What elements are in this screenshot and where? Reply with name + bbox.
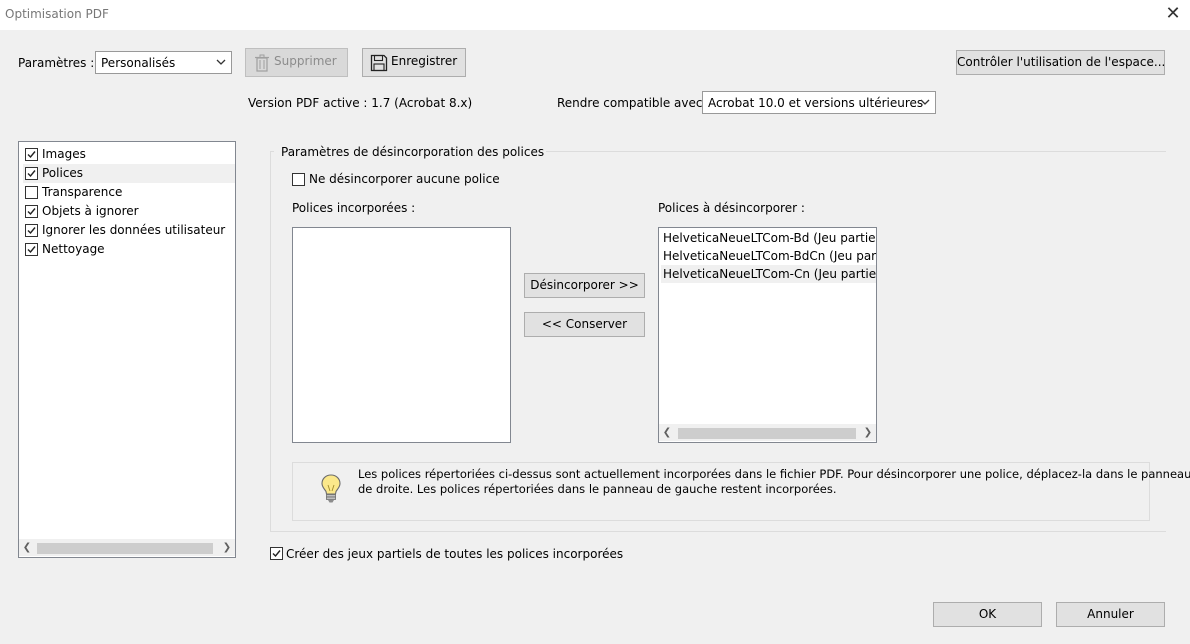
list-item[interactable]: HelveticaNeueLTCom-BdCn (Jeu partiel): [661, 247, 877, 265]
category-item-images[interactable]: Images: [23, 145, 235, 164]
title-bar: [0, 0, 1190, 30]
category-item-transparency[interactable]: Transparence: [23, 183, 235, 202]
hint-line-1: Les polices répertoriées ci-dessus sont …: [358, 467, 1190, 481]
subset-fonts-label: Créer des jeux partiels de toutes les po…: [286, 547, 624, 561]
trash-icon: [255, 54, 269, 72]
category-item-fonts[interactable]: Polices: [23, 164, 235, 183]
font-name: HelveticaNeueLTCom-BdCn (Jeu partiel): [663, 249, 877, 263]
window-title: Optimisation PDF: [5, 7, 109, 21]
hint-box: Les polices répertoriées ci-dessus sont …: [292, 462, 1190, 521]
params-select-value: Personalisés: [101, 56, 176, 70]
category-label: Polices: [42, 166, 84, 180]
embedded-fonts-label: Polices incorporées :: [292, 201, 416, 215]
floppy-disk-icon: [370, 54, 388, 72]
compat-select-value: Acrobat 10.0 et versions ultérieures: [708, 96, 924, 110]
compat-select[interactable]: Acrobat 10.0 et versions ultérieures: [702, 91, 936, 114]
discard-user-data-checkbox[interactable]: [25, 224, 38, 237]
unembed-button[interactable]: Désincorporer >>: [524, 273, 645, 298]
scrollbar-thumb[interactable]: [678, 428, 856, 439]
scroll-left-icon[interactable]: ❮: [20, 540, 34, 555]
category-item-discard-objects[interactable]: Objets à ignorer: [23, 202, 235, 221]
categories-list[interactable]: Images Polices Transparence Objets à ign…: [18, 141, 236, 558]
save-button[interactable]: Enregistrer: [362, 48, 466, 77]
discard-objects-checkbox[interactable]: [25, 205, 38, 218]
category-item-discard-user-data[interactable]: Ignorer les données utilisateur: [23, 221, 235, 240]
category-label: Nettoyage: [42, 242, 105, 256]
list-item[interactable]: HelveticaNeueLTCom-Cn (Jeu partiel): [661, 265, 877, 283]
chevron-down-icon: [920, 99, 930, 105]
embedded-fonts-list[interactable]: [292, 227, 511, 443]
scrollbar-thumb[interactable]: [37, 543, 213, 554]
save-button-label: Enregistrer: [391, 54, 458, 68]
no-unembed-label: Ne désincorporer aucune police: [309, 172, 500, 186]
pdf-version-label: Version PDF active : 1.7 (Acrobat 8.x): [248, 96, 473, 110]
ok-button[interactable]: OK: [933, 602, 1042, 627]
category-label: Transparence: [42, 185, 123, 199]
scroll-right-icon[interactable]: ❯: [220, 540, 234, 555]
unembed-fonts-label: Polices à désincorporer :: [658, 201, 805, 215]
category-item-cleanup[interactable]: Nettoyage: [23, 240, 235, 259]
transparency-checkbox[interactable]: [25, 186, 38, 199]
unembed-fonts-list[interactable]: HelveticaNeueLTCom-Bd (Jeu partiel) Helv…: [658, 227, 877, 443]
delete-button[interactable]: Supprimer: [245, 48, 348, 77]
category-label: Images: [42, 147, 86, 161]
compat-label: Rendre compatible avec :: [557, 96, 711, 110]
category-label: Ignorer les données utilisateur: [42, 223, 226, 237]
close-icon[interactable]: ✕: [1164, 4, 1182, 24]
chevron-down-icon: [216, 59, 226, 65]
font-name: HelveticaNeueLTCom-Cn (Jeu partiel): [663, 267, 877, 281]
cleanup-checkbox[interactable]: [25, 243, 38, 256]
group-border-left: [270, 151, 271, 532]
images-checkbox[interactable]: [25, 148, 38, 161]
list-item[interactable]: HelveticaNeueLTCom-Bd (Jeu partiel): [661, 229, 877, 247]
group-title: Paramètres de désincorporation des polic…: [279, 145, 547, 159]
hint-line-2: de droite. Les polices répertoriées dans…: [358, 482, 837, 496]
scroll-left-icon[interactable]: ❮: [660, 425, 674, 440]
scroll-right-icon[interactable]: ❯: [861, 425, 875, 440]
space-usage-button[interactable]: Contrôler l'utilisation de l'espace...: [956, 50, 1165, 75]
categories-hscrollbar[interactable]: ❮ ❯: [19, 539, 235, 556]
params-select[interactable]: Personalisés: [95, 51, 232, 74]
cancel-button[interactable]: Annuler: [1056, 602, 1165, 627]
font-name: HelveticaNeueLTCom-Bd (Jeu partiel): [663, 231, 877, 245]
subset-fonts-checkbox[interactable]: [270, 547, 283, 560]
unembed-list-hscrollbar[interactable]: ❮ ❯: [659, 424, 876, 441]
params-label: Paramètres :: [18, 56, 95, 70]
group-border-bottom: [270, 531, 1166, 532]
delete-button-label: Supprimer: [274, 54, 337, 68]
category-label: Objets à ignorer: [42, 204, 139, 218]
group-border-top-right: [512, 151, 1166, 152]
no-unembed-checkbox[interactable]: [292, 173, 305, 186]
keep-button[interactable]: << Conserver: [524, 312, 645, 337]
lightbulb-icon: [321, 474, 341, 503]
fonts-checkbox[interactable]: [25, 167, 38, 180]
